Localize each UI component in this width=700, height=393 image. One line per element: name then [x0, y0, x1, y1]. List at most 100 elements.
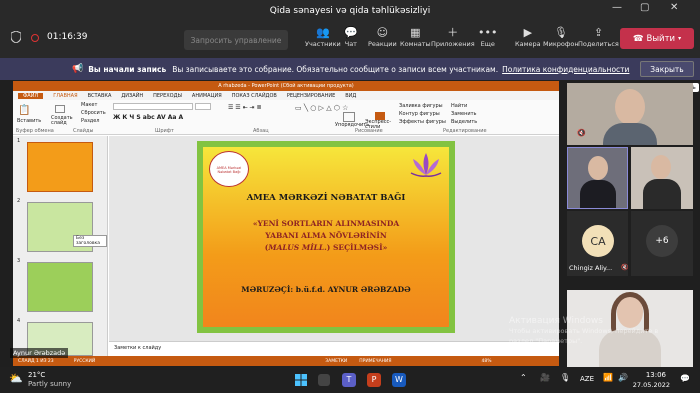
group-clipboard: Буфер обмена: [16, 128, 54, 134]
apps-button[interactable]: ＋ Приложения: [431, 26, 475, 48]
zoom-level[interactable]: 48%: [482, 359, 492, 364]
reactions-button[interactable]: ☺ Реакции: [368, 26, 397, 48]
clock-time[interactable]: 13:06: [634, 371, 666, 379]
ppt-status-bar: СЛАЙД 1 ИЗ 23 РУССКИЙ ЗАМЕТКИ ПРИМЕЧАНИЯ…: [13, 356, 559, 366]
mic-button[interactable]: 🎙 Микрофон: [543, 26, 579, 48]
privacy-link[interactable]: Политика конфиденциальности: [502, 65, 629, 74]
ppt-tab-animation[interactable]: АНИМАЦИЯ: [192, 93, 222, 99]
request-control-button[interactable]: Запросить управление: [184, 30, 288, 50]
mic-muted-icon: 🔇: [621, 264, 628, 271]
participants-button[interactable]: 👥 Участники: [305, 26, 341, 48]
close-window-button[interactable]: ✕: [670, 2, 678, 13]
camera-button[interactable]: ▶ Камера: [515, 26, 541, 48]
clock-date[interactable]: 27.05.2022: [630, 381, 670, 389]
shape-fill-button[interactable]: Заливка фигуры: [399, 103, 443, 109]
more-participants-tile[interactable]: +6: [631, 211, 693, 276]
recording-banner: 📢 Вы начали запись Вы записываете это со…: [0, 58, 700, 80]
weather-temp[interactable]: 21°C: [28, 371, 45, 379]
mic-muted-icon: 🔇: [577, 129, 586, 137]
font-name-select[interactable]: [113, 103, 193, 110]
find-button[interactable]: Найти: [451, 103, 467, 109]
shape-outline-button[interactable]: Контур фигуры: [399, 111, 440, 117]
paragraph-icons[interactable]: ☰ ☰ ⇤ ⇥ ≣: [228, 104, 261, 111]
meeting-tray-icon[interactable]: 🎥: [540, 373, 550, 382]
chat-button[interactable]: 💬 Чат: [344, 26, 358, 48]
participant-face: [615, 89, 645, 125]
paste-icon: 📋: [18, 105, 31, 116]
minimize-button[interactable]: —: [612, 2, 622, 13]
weather-desc[interactable]: Partly sunny: [28, 380, 71, 388]
ppt-tab-insert[interactable]: ВСТАВКА: [88, 93, 112, 99]
font-size-select[interactable]: [195, 103, 211, 110]
paste-button[interactable]: Вставить: [17, 118, 41, 124]
ppt-tab-slideshow[interactable]: ПОКАЗ СЛАЙДОВ: [232, 93, 277, 99]
share-icon: ⇪: [593, 26, 604, 39]
more-icon: •••: [478, 26, 498, 39]
group-slides: Слайды: [73, 128, 94, 134]
slide-editor: AMEA Mərkəzi Nəbatat Bağı AMEA MƏRKƏZİ N…: [109, 136, 559, 341]
wifi-icon[interactable]: 📶: [603, 373, 613, 382]
word-app-icon[interactable]: W: [392, 373, 406, 387]
maximize-button[interactable]: ▢: [640, 2, 649, 13]
lotus-logo-icon: [410, 153, 442, 177]
ppt-tab-design[interactable]: ДИЗАЙН: [121, 93, 143, 99]
ppt-tab-file[interactable]: ФАЙЛ: [18, 92, 44, 99]
ppt-tab-home[interactable]: ГЛАВНАЯ: [53, 93, 77, 99]
shape-effects-button[interactable]: Эффекты фигуры: [399, 119, 446, 125]
participant-video-2[interactable]: [567, 147, 628, 209]
current-slide[interactable]: AMEA Mərkəzi Nəbatat Bağı AMEA MƏRKƏZİ N…: [197, 141, 455, 333]
banner-text: Вы записываете это собрание. Обязательно…: [172, 64, 499, 74]
activation-watermark: Активация Windows Чтобы активировать Win…: [509, 316, 659, 345]
powerpoint-app-icon[interactable]: P: [367, 373, 381, 387]
ppt-tab-view[interactable]: ВИД: [345, 93, 356, 99]
teams-app-icon[interactable]: T: [342, 373, 356, 387]
ppt-tab-transitions[interactable]: ПЕРЕХОДЫ: [153, 93, 182, 99]
rooms-icon: ▦: [410, 26, 421, 39]
presenter-name: Aynur Ərəbzadə: [10, 348, 69, 358]
slide-notes[interactable]: Заметки к слайду: [109, 341, 559, 356]
slide-thumbnails: 1 2 Без заголовка 3 4: [13, 136, 108, 356]
participant-face: [588, 156, 608, 180]
more-button[interactable]: ••• Еще: [478, 26, 497, 48]
banner-close-button[interactable]: Закрыть: [640, 61, 694, 77]
language-indicator: РУССКИЙ: [73, 358, 96, 364]
shield-icon: [11, 31, 21, 43]
participant-video-1[interactable]: 🔇: [567, 83, 693, 145]
rooms-button[interactable]: ▦ Комнаты: [400, 26, 431, 48]
thumb-number: 4: [17, 318, 21, 324]
layout-button[interactable]: Макет: [81, 102, 97, 108]
leave-button[interactable]: ☎ Выйти ▾: [620, 28, 694, 49]
notifications-icon[interactable]: 💬: [680, 374, 690, 383]
more-participants-count: +6: [646, 225, 678, 257]
chevron-down-icon: ▾: [678, 35, 682, 42]
reset-button[interactable]: Сбросить: [81, 110, 106, 116]
ppt-ribbon: 📋 Вставить Создать слайд Макет Сбросить …: [13, 100, 559, 135]
section-button[interactable]: Раздел: [81, 118, 99, 124]
participant-video-3[interactable]: [631, 147, 693, 209]
notes-toggle[interactable]: ЗАМЕТКИ: [325, 359, 347, 364]
tray-chevron-icon[interactable]: ⌃: [520, 373, 527, 382]
windows-start-icon[interactable]: [295, 374, 307, 386]
slide-topic: «YENİ SORTLARIN ALINMASINDA YABANI ALMA …: [203, 218, 449, 254]
new-slide-button[interactable]: Создать слайд: [51, 116, 73, 126]
weather-icon: ⛅: [9, 372, 23, 385]
mic-tray-icon[interactable]: 🎙: [560, 373, 570, 382]
smile-icon: ☺: [376, 26, 389, 39]
topic-line-2: YABANI ALMA NÖVLƏRİNİN: [265, 231, 387, 240]
font-format-icons[interactable]: Ж К Ч S abc AV Aa A: [113, 114, 183, 121]
ppt-tab-review[interactable]: РЕЦЕНЗИРОВАНИЕ: [287, 93, 335, 99]
slide-speaker: MƏRUZƏÇİ: b.ü.f.d. AYNUR ƏRƏBZADƏ: [241, 285, 411, 294]
shapes-gallery-icon[interactable]: ▭ ╲ ○ ▷ △ ⬡ ☆: [295, 104, 348, 112]
task-view-icon[interactable]: [318, 374, 330, 386]
slide-thumb-1[interactable]: [27, 142, 93, 192]
participant-body: [643, 179, 681, 209]
comments-toggle[interactable]: ПРИМЕЧАНИЯ: [359, 359, 391, 364]
share-button[interactable]: ⇪ Поделиться: [578, 26, 619, 48]
mic-off-icon: 🎙: [553, 26, 568, 39]
participant-tile-chingiz[interactable]: CA Chingiz Aliy... 🔇: [567, 211, 628, 276]
replace-button[interactable]: Заменить: [451, 111, 477, 117]
keyboard-language[interactable]: AZE: [580, 375, 594, 383]
select-button[interactable]: Выделить: [451, 119, 477, 125]
slide-thumb-3[interactable]: [27, 262, 93, 312]
volume-icon[interactable]: 🔊: [618, 373, 628, 382]
